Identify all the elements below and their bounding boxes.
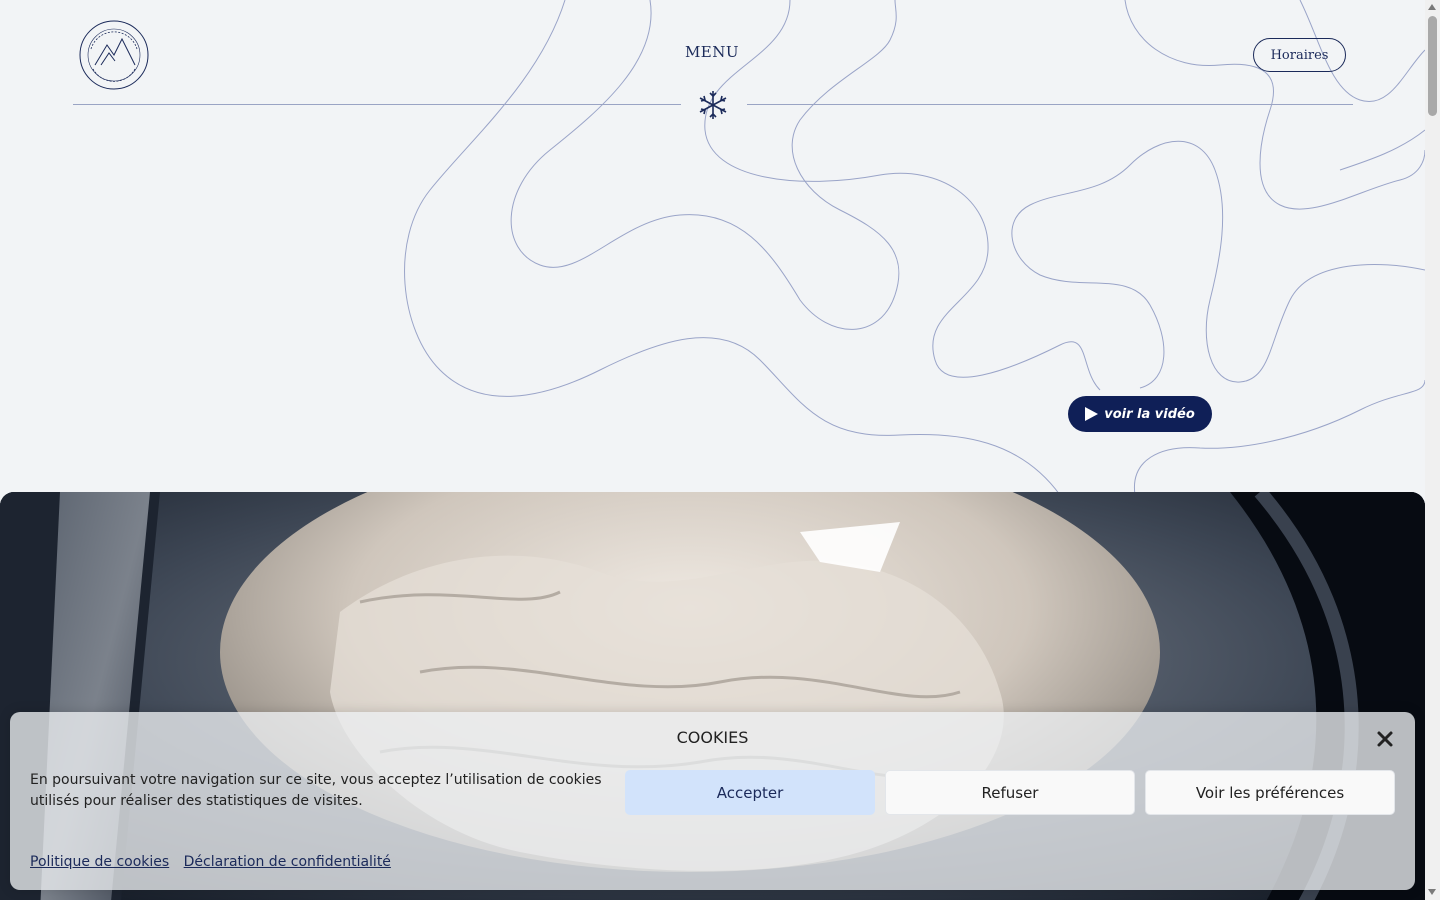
- header-divider-right: [747, 104, 1353, 105]
- watch-video-button[interactable]: voir la vidéo: [1068, 396, 1212, 432]
- refuse-cookies-button[interactable]: Refuser: [885, 770, 1135, 815]
- close-icon[interactable]: [1374, 728, 1396, 750]
- cookie-policy-link[interactable]: Politique de cookies: [30, 854, 169, 870]
- view-preferences-button[interactable]: Voir les préférences: [1145, 770, 1395, 815]
- horaires-button[interactable]: Horaires: [1253, 38, 1346, 72]
- accept-cookies-button[interactable]: Accepter: [625, 770, 875, 815]
- cookie-banner-links: Politique de cookies Déclaration de conf…: [30, 854, 401, 870]
- scroll-down-arrow-icon[interactable]: [1428, 889, 1436, 895]
- watch-video-label: voir la vidéo: [1104, 406, 1195, 422]
- brand-logo[interactable]: [79, 19, 149, 91]
- cookie-banner-title: COOKIES: [676, 728, 749, 747]
- play-icon: [1085, 407, 1099, 421]
- scroll-up-arrow-icon[interactable]: [1428, 4, 1436, 10]
- cookie-consent-banner: COOKIES En poursuivant votre navigation …: [10, 712, 1415, 890]
- snowflake-icon: [699, 91, 727, 119]
- scrollbar-thumb[interactable]: [1428, 16, 1437, 116]
- menu-button[interactable]: MENU: [662, 43, 762, 61]
- decorative-squiggle-lines: [404, 0, 1425, 495]
- cookie-banner-message: En poursuivant votre navigation sur ce s…: [30, 772, 602, 809]
- privacy-statement-link[interactable]: Déclaration de confidentialité: [184, 854, 391, 870]
- header-divider-left: [73, 104, 681, 105]
- vertical-scrollbar[interactable]: [1425, 0, 1440, 900]
